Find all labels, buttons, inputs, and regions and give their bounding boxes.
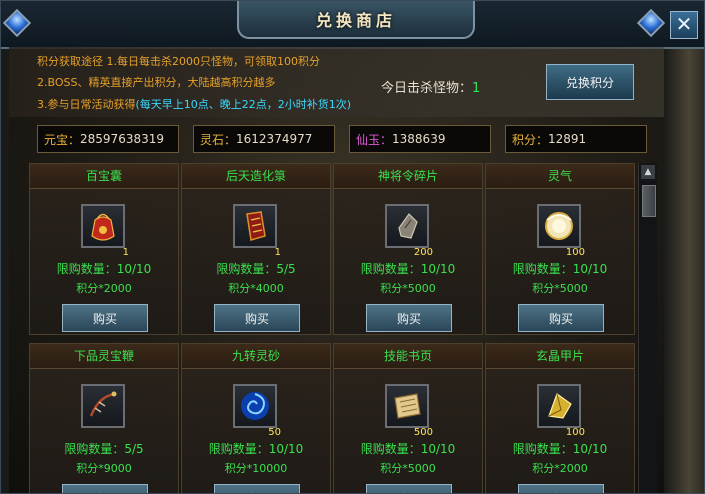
item-name: 百宝囊 [30,164,178,189]
scroll-up-arrow-icon[interactable]: ▲ [641,165,655,179]
exchange-points-button[interactable]: 兑换积分 [546,64,634,100]
currency-label: 仙玉： [356,132,393,147]
spirit-orb-icon [545,212,573,240]
currency-label: 积分： [512,132,549,147]
purchase-limit: 限购数量：5/5 [216,262,296,276]
currency-yuanbao: 元宝： 28597638319 [37,125,179,153]
shop-item: 技能书页 500 限购数量：10/10 积分*5000 购买 [333,343,483,493]
currency-lingshi: 灵石： 1612374977 [193,125,335,153]
currency-label: 灵石： [200,132,237,147]
kill-counter: 今日击杀怪物：1 [381,77,480,96]
item-cost: 积分*2000 [76,282,132,295]
item-slot[interactable] [81,384,125,428]
blue-gem-icon [2,8,32,38]
item-cost: 积分*4000 [228,282,284,295]
kill-label: 今日击杀怪物： [381,81,473,96]
purchase-limit: 限购数量：5/5 [64,442,144,456]
scrollbar[interactable]: ▲ [638,163,657,493]
item-name: 技能书页 [334,344,482,369]
restock-note: (每天早上10点、晚上22点，2小时补货1次) [135,98,352,111]
book-page-icon [394,393,421,419]
item-slot[interactable]: 200 [385,204,433,258]
item-name: 九转灵砂 [182,344,330,369]
red-talisman-icon [246,211,266,241]
close-button[interactable]: ✕ [670,11,698,39]
shop-item: 下品灵宝鞭 限购数量：5/5 积分*9000 购买 [29,343,179,493]
item-quantity: 1 [274,247,281,258]
buy-button[interactable]: 购买 [518,484,604,493]
buy-button[interactable]: 购买 [366,484,452,493]
buy-button[interactable]: 购买 [518,304,604,332]
left-frame [1,47,9,493]
stone-fragment-icon [398,213,418,239]
purchase-limit: 限购数量：10/10 [208,442,304,456]
crystal-shard-icon [548,393,572,419]
buy-button[interactable]: 购买 [62,304,148,332]
item-quantity: 50 [268,427,281,438]
item-quantity: 100 [565,247,585,258]
item-cost: 积分*10000 [224,462,288,475]
item-name: 玄晶甲片 [486,344,634,369]
purchase-limit: 限购数量：10/10 [56,262,152,276]
item-slot[interactable]: 1 [233,204,281,258]
item-cost: 积分*5000 [380,282,436,295]
currency-value: 28597638319 [80,132,164,146]
item-cost: 积分*2000 [532,462,588,475]
currency-xianyu: 仙玉： 1388639 [349,125,491,153]
item-cost: 积分*9000 [76,462,132,475]
blue-vortex-icon [241,392,269,420]
shop-item: 灵气 100 限购数量：10/10 积分*5000 购买 [485,163,635,335]
item-name: 后天造化箓 [182,164,330,189]
kill-count: 1 [472,81,481,96]
item-grid: 百宝囊 1 限购数量：10/10 积分*2000 购买 后天造化箓 1 限购数量… [29,163,635,493]
buy-button[interactable]: 购买 [214,304,300,332]
info-line-1: 积分获取途径 1.每日每击杀2000只怪物，可领取100积分 [37,55,320,68]
item-name: 神将令碎片 [334,164,482,189]
item-name: 灵气 [486,164,634,189]
item-cost: 积分*5000 [532,282,588,295]
blue-gem-icon [636,8,666,38]
purchase-limit: 限购数量：10/10 [512,262,608,276]
currency-points: 积分： 12891 [505,125,647,153]
currency-value: 12891 [548,132,587,146]
info-line-3: 3.参与日常活动获得(每天早上10点、晚上22点，2小时补货1次) [37,96,351,112]
item-quantity: 500 [413,427,433,438]
shop-item: 百宝囊 1 限购数量：10/10 积分*2000 购买 [29,163,179,335]
purchase-limit: 限购数量：10/10 [360,262,456,276]
item-slot[interactable]: 100 [537,204,585,258]
item-slot[interactable]: 50 [233,384,281,438]
red-pouch-icon [91,213,115,241]
whip-icon [89,391,117,417]
info-line-2: 2.BOSS、精英直接产出积分，大陆越高积分越多 [37,76,276,89]
buy-button[interactable]: 购买 [62,484,148,493]
currency-value: 1388639 [392,132,446,146]
item-slot[interactable]: 500 [385,384,433,438]
title-bar: 兑换商店 ✕ [1,1,704,49]
shop-item: 玄晶甲片 100 限购数量：10/10 积分*2000 购买 [485,343,635,493]
right-frame [664,47,704,493]
buy-button[interactable]: 购买 [366,304,452,332]
item-slot[interactable]: 1 [81,204,129,258]
exchange-shop-window: 兑换商店 ✕ 积分获取途径 1.每日每击杀2000只怪物，可领取100积分 2.… [0,0,705,494]
info-line-3-text: 3.参与日常活动获得 [37,98,136,111]
item-slot[interactable]: 100 [537,384,585,438]
scroll-thumb[interactable] [642,185,656,217]
purchase-limit: 限购数量：10/10 [512,442,608,456]
item-name: 下品灵宝鞭 [30,344,178,369]
item-quantity: 100 [565,427,585,438]
item-quantity: 1 [122,247,129,258]
currency-label: 元宝： [44,132,81,147]
shop-item: 后天造化箓 1 限购数量：5/5 积分*4000 购买 [181,163,331,335]
item-cost: 积分*5000 [380,462,436,475]
currency-value: 1612374977 [236,132,313,146]
buy-button[interactable]: 购买 [214,484,300,493]
window-title: 兑换商店 [237,1,475,39]
purchase-limit: 限购数量：10/10 [360,442,456,456]
shop-item: 九转灵砂 50 限购数量：10/10 积分*10000 购买 [181,343,331,493]
shop-item: 神将令碎片 200 限购数量：10/10 积分*5000 购买 [333,163,483,335]
item-quantity: 200 [413,247,433,258]
